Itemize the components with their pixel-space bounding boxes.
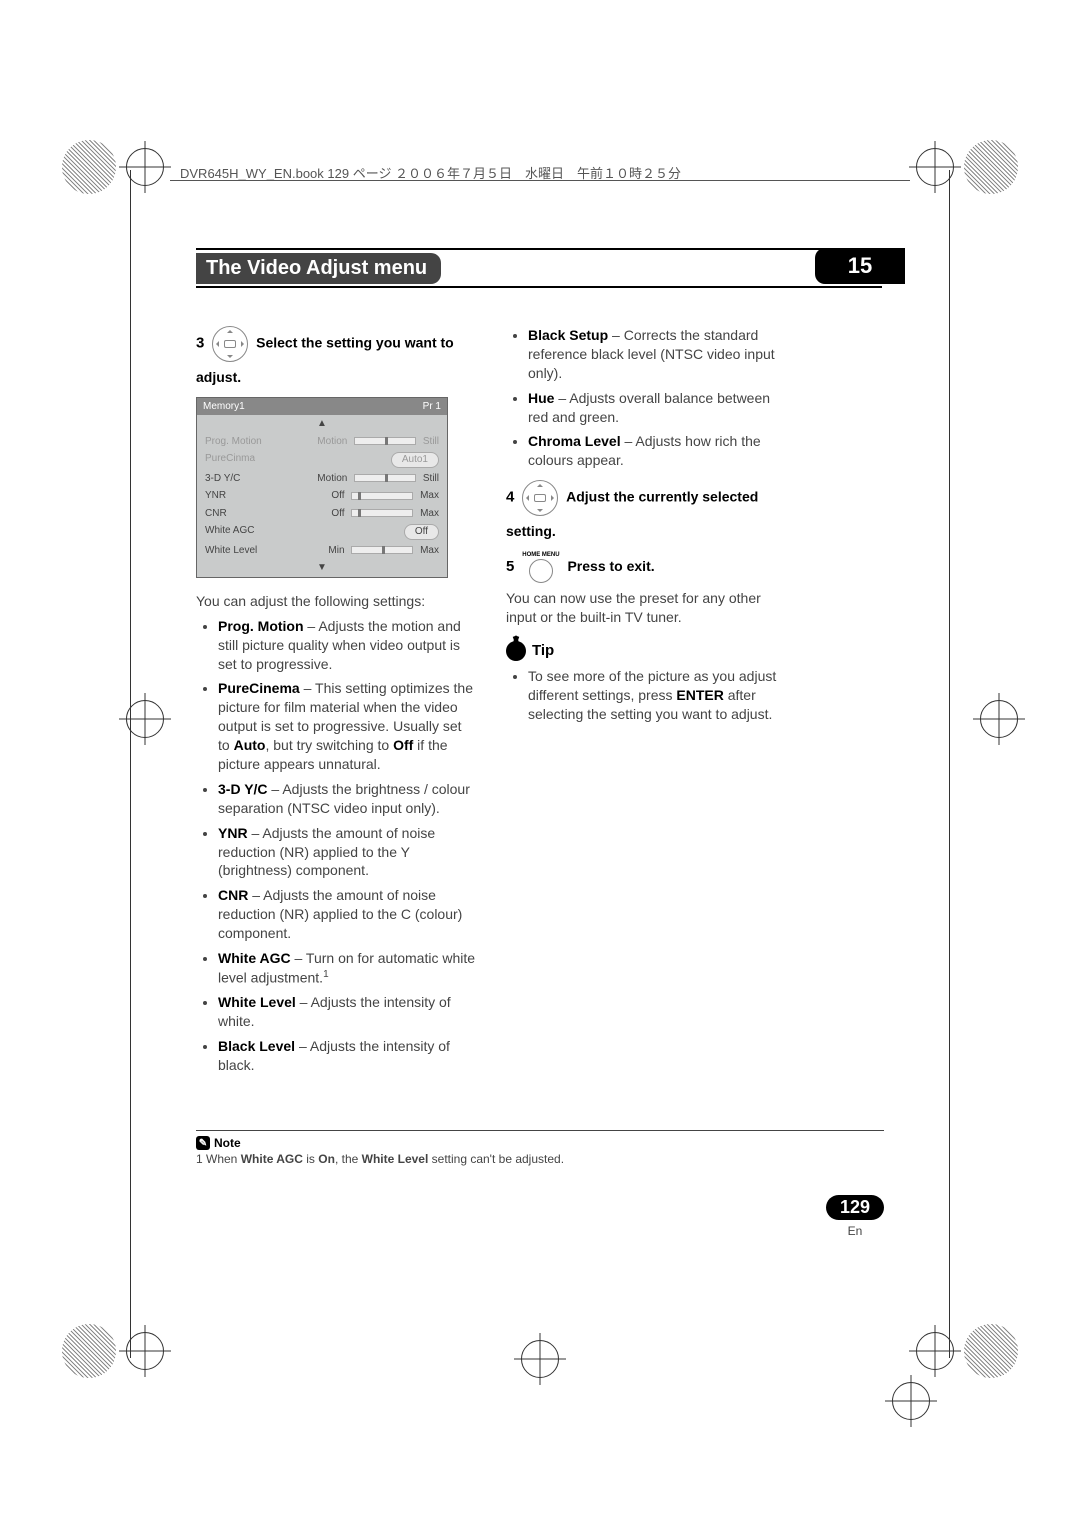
hatched-circle-icon — [964, 140, 1018, 194]
setting-item: Chroma Level – Adjusts how rich the colo… — [528, 432, 786, 470]
crosshair-icon — [126, 1332, 164, 1370]
after-step5-text: You can now use the preset for any other… — [506, 589, 786, 627]
step-number: 3 — [196, 335, 204, 352]
step-3: 3 Select the setting you want to — [196, 326, 476, 362]
crosshair-icon — [126, 148, 164, 186]
page: DVR645H_WY_EN.book 129 ページ ２００６年７月５日 水曜日… — [0, 0, 1080, 1528]
intro-text: You can adjust the following settings: — [196, 592, 476, 611]
setting-list-right: Black Setup – Corrects the standard refe… — [506, 326, 786, 470]
printmark-ml — [62, 700, 164, 738]
page-number-badge: 129 En — [826, 1195, 884, 1238]
menu-row: White AGCOff — [197, 522, 447, 542]
printmark-mr — [980, 700, 1018, 738]
enter-direction-icon — [212, 326, 248, 362]
tip-list: To see more of the picture as you adjust… — [506, 667, 786, 724]
setting-item: White AGC – Turn on for automatic white … — [218, 949, 476, 987]
page-number: 129 — [826, 1195, 884, 1220]
step-5: 5 HOME MENU Press to exit. — [506, 551, 786, 583]
menu-row: Prog. MotionMotion Still — [197, 433, 447, 451]
menu-screenshot: Memory1 Pr 1 ▲ Prog. MotionMotion StillP… — [196, 397, 448, 578]
enter-direction-icon — [522, 480, 558, 516]
setting-item: White Level – Adjusts the intensity of w… — [218, 993, 476, 1031]
guide-line — [130, 170, 131, 1358]
note-title: Note — [214, 1136, 241, 1150]
setting-item: PureCinema – This setting optimizes the … — [218, 679, 476, 773]
column-right: Black Setup – Corrects the standard refe… — [506, 320, 786, 734]
header-rule — [170, 180, 910, 181]
step-text: Adjust the currently selected — [566, 489, 758, 505]
menu-row: White LevelMin Max — [197, 542, 447, 560]
setting-item: Hue – Adjusts overall balance between re… — [528, 389, 786, 427]
menu-row: YNROff Max — [197, 487, 447, 505]
home-menu-button-icon — [529, 559, 553, 583]
menu-title: Memory1 — [203, 400, 245, 414]
setting-item: CNR – Adjusts the amount of noise reduct… — [218, 886, 476, 943]
menu-row: CNROff Max — [197, 505, 447, 523]
step-text-cont: setting. — [506, 523, 556, 539]
setting-item: Black Setup – Corrects the standard refe… — [528, 326, 786, 383]
printmark-tl — [62, 140, 164, 194]
menu-row: PureCinmaAuto1 — [197, 450, 447, 470]
hatched-circle-icon — [62, 1324, 116, 1378]
printmark-br — [916, 1324, 1018, 1378]
chapter-number: 15 — [815, 248, 905, 284]
page-lang: En — [826, 1224, 884, 1238]
crosshair-icon — [521, 1340, 559, 1378]
printmark-tr — [916, 140, 1018, 194]
printmark-bc — [521, 1340, 559, 1378]
setting-item: YNR – Adjusts the amount of noise reduct… — [218, 824, 476, 881]
guide-line — [949, 170, 950, 1358]
button-label: HOME MENU — [522, 551, 559, 559]
note-text: 1 When White AGC is On, the White Level … — [196, 1152, 564, 1166]
setting-item: 3-D Y/C – Adjusts the brightness / colou… — [218, 780, 476, 818]
setting-list-left: Prog. Motion – Adjusts the motion and st… — [196, 617, 476, 1075]
scroll-down-icon: ▼ — [197, 559, 447, 577]
step-4: 4 Adjust the currently selected — [506, 480, 786, 516]
crosshair-icon — [126, 700, 164, 738]
note-icon: ✎ — [196, 1136, 210, 1150]
step-text: Press to exit. — [567, 558, 654, 574]
title-bar: The Video Adjust menu — [196, 248, 882, 284]
printmark-br2 — [892, 1382, 930, 1420]
step-number: 5 — [506, 558, 514, 575]
printmark-bl — [62, 1324, 164, 1378]
hatched-circle-icon — [964, 1324, 1018, 1378]
tip-icon — [506, 641, 526, 661]
crosshair-icon — [892, 1382, 930, 1420]
note-separator — [196, 1130, 884, 1131]
tip-title: Tip — [532, 641, 554, 661]
setting-item: Black Level – Adjusts the intensity of b… — [218, 1037, 476, 1075]
step-number: 4 — [506, 489, 514, 506]
column-left: 3 Select the setting you want to adjust.… — [196, 320, 476, 1085]
hatched-circle-icon — [62, 140, 116, 194]
crosshair-icon — [980, 700, 1018, 738]
menu-row: 3-D Y/CMotion Still — [197, 470, 447, 488]
step-text: Select the setting you want to — [256, 335, 454, 351]
note-heading: ✎ Note — [196, 1136, 241, 1150]
tip-heading: Tip — [506, 641, 786, 661]
tip-item: To see more of the picture as you adjust… — [528, 667, 786, 724]
step-text-cont: adjust. — [196, 369, 241, 385]
title-text: The Video Adjust menu — [196, 253, 441, 284]
setting-item: Prog. Motion – Adjusts the motion and st… — [218, 617, 476, 674]
scroll-up-icon: ▲ — [197, 415, 447, 433]
menu-badge: Pr 1 — [423, 400, 441, 414]
